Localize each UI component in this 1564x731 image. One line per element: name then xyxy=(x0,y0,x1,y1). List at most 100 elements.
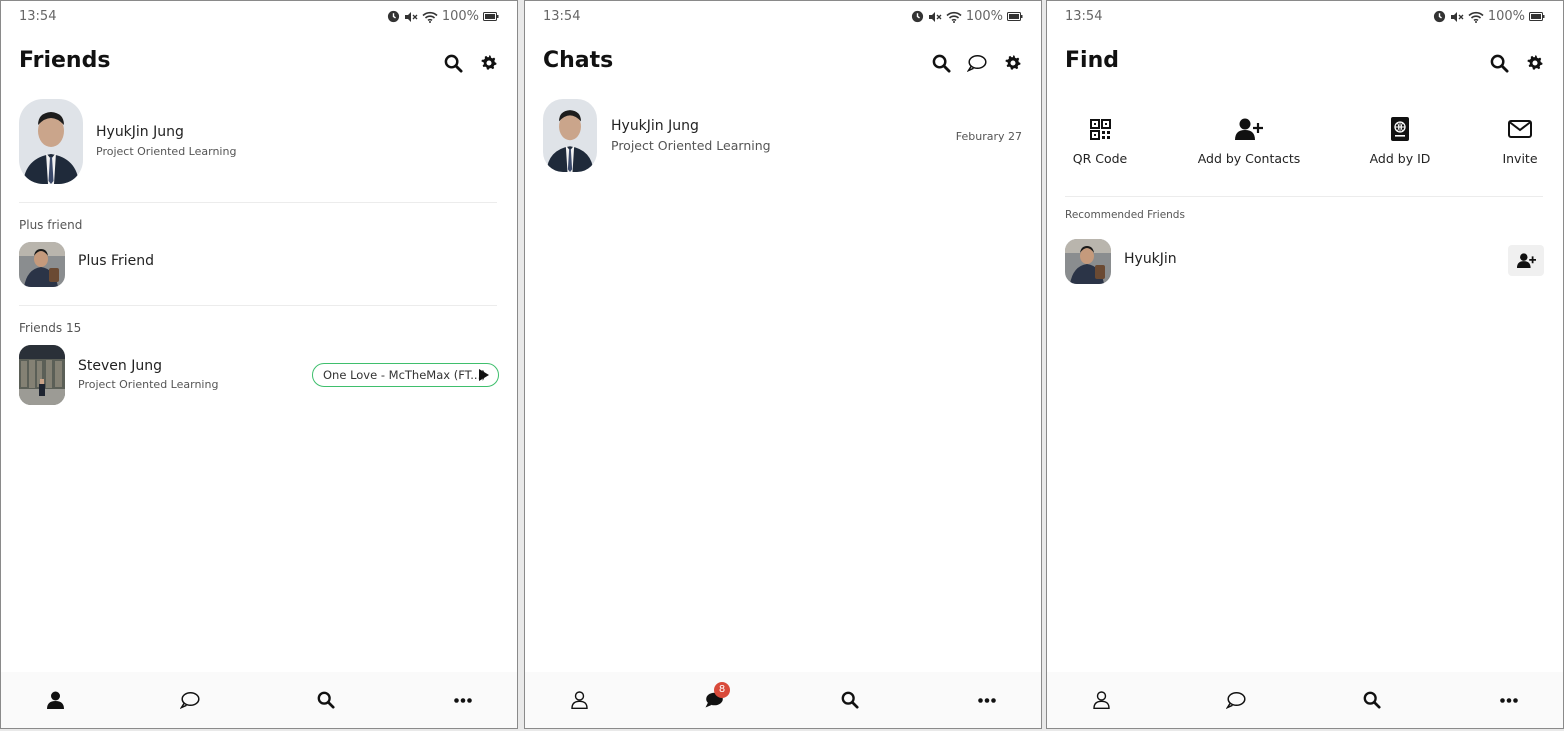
bottom-tab-bar xyxy=(1,672,517,728)
more-dots-icon xyxy=(1500,697,1518,703)
status-bar: 13:54 100% xyxy=(543,9,1023,27)
tab-search[interactable] xyxy=(314,688,338,712)
add-by-id-option[interactable]: Add by ID xyxy=(1340,115,1460,166)
friend-photo xyxy=(19,345,65,405)
friends-count-label: Friends 15 xyxy=(19,321,82,335)
tab-search[interactable] xyxy=(1360,688,1384,712)
plus-friend-avatar xyxy=(19,242,65,287)
add-user-icon xyxy=(1235,118,1263,140)
status-bar: 13:54 100% xyxy=(1065,9,1545,27)
chat-bubble-icon xyxy=(180,691,200,709)
tab-more[interactable] xyxy=(975,688,999,712)
search-icon xyxy=(841,691,859,709)
tab-friends[interactable] xyxy=(1089,688,1113,712)
wifi-icon xyxy=(422,11,438,23)
page-title: Chats xyxy=(543,48,614,73)
mute-icon xyxy=(928,11,942,22)
find-screen: 13:54 100% Find QR Code Add by Contacts … xyxy=(1046,0,1564,729)
add-by-contacts-label: Add by Contacts xyxy=(1197,151,1301,166)
status-time: 13:54 xyxy=(1065,9,1103,24)
alarm-icon xyxy=(387,10,399,23)
qr-code-option[interactable]: QR Code xyxy=(1047,115,1160,166)
plus-friend-name: Plus Friend xyxy=(78,253,155,269)
search-icon xyxy=(1363,691,1381,709)
tab-chats[interactable] xyxy=(178,688,202,712)
search-icon xyxy=(1490,54,1509,73)
person-outline-icon xyxy=(570,691,588,709)
music-title: One Love - McTheMax (FT...) xyxy=(323,368,486,382)
recommended-friend-name: HyukJin xyxy=(1124,251,1177,267)
battery-icon xyxy=(1007,12,1023,21)
chats-header: Chats xyxy=(543,45,1023,81)
play-icon xyxy=(479,369,489,381)
friends-screen: 13:54 100% Friends HyukJin Jung Project … xyxy=(0,0,518,729)
divider xyxy=(19,202,497,203)
qr-code-icon xyxy=(1089,118,1111,140)
envelope-icon xyxy=(1508,120,1532,138)
alarm-icon xyxy=(911,10,923,23)
tab-more[interactable] xyxy=(1497,688,1521,712)
tab-chats[interactable] xyxy=(1224,688,1248,712)
wifi-icon xyxy=(1468,11,1484,23)
person-outline-icon xyxy=(1092,691,1110,709)
chat-avatar xyxy=(543,99,597,172)
tab-chats[interactable]: 8 xyxy=(702,682,730,712)
search-icon xyxy=(932,54,951,73)
find-header: Find xyxy=(1065,45,1545,81)
person-filled-icon xyxy=(46,691,64,709)
recommended-friend-avatar xyxy=(1065,239,1111,284)
plus-friend-photo xyxy=(19,242,65,287)
gear-icon xyxy=(481,55,497,70)
tab-friends[interactable] xyxy=(567,688,591,712)
search-button[interactable] xyxy=(443,53,463,73)
chats-screen: 13:54 100% Chats HyukJin Jung Project Or… xyxy=(524,0,1042,729)
profile-music-button[interactable]: One Love - McTheMax (FT...) xyxy=(312,363,499,387)
mute-icon xyxy=(404,11,418,22)
plus-friend-section-label: Plus friend xyxy=(19,218,83,232)
battery-icon xyxy=(1529,12,1545,21)
id-book-icon xyxy=(1391,117,1409,141)
add-friend-button[interactable] xyxy=(1508,245,1544,276)
more-dots-icon xyxy=(978,697,996,703)
status-time: 13:54 xyxy=(19,9,57,24)
chat-avatar-photo xyxy=(543,99,597,172)
battery-percent: 100% xyxy=(965,9,1003,24)
add-user-icon xyxy=(1516,253,1536,268)
bottom-tab-bar xyxy=(1047,672,1563,728)
invite-label: Invite xyxy=(1502,151,1538,166)
profile-avatar xyxy=(19,99,83,184)
new-chat-button[interactable] xyxy=(967,53,987,73)
mute-icon xyxy=(1450,11,1464,22)
settings-button[interactable] xyxy=(1525,53,1545,73)
search-button[interactable] xyxy=(1489,53,1509,73)
profile-photo xyxy=(19,99,83,184)
tab-friends[interactable] xyxy=(43,688,67,712)
search-button[interactable] xyxy=(931,53,951,73)
gear-icon xyxy=(1527,55,1543,70)
chat-preview: Project Oriented Learning xyxy=(611,138,771,153)
add-by-contacts-option[interactable]: Add by Contacts xyxy=(1189,115,1309,166)
search-icon xyxy=(317,691,335,709)
profile-status-message: Project Oriented Learning xyxy=(96,145,237,158)
invite-option[interactable]: Invite xyxy=(1460,115,1563,166)
chat-bubble-icon xyxy=(967,54,987,72)
search-icon xyxy=(444,54,463,73)
settings-button[interactable] xyxy=(479,53,499,73)
status-time: 13:54 xyxy=(543,9,581,24)
divider xyxy=(1065,196,1543,197)
friend-name: Steven Jung xyxy=(78,358,162,374)
profile-name: HyukJin Jung xyxy=(96,124,184,140)
gear-icon xyxy=(1005,55,1021,70)
friend-status-message: Project Oriented Learning xyxy=(78,378,219,391)
chat-name: HyukJin Jung xyxy=(611,118,699,134)
battery-percent: 100% xyxy=(1487,9,1525,24)
chat-date: Feburary 27 xyxy=(955,130,1022,143)
settings-button[interactable] xyxy=(1003,53,1023,73)
battery-icon xyxy=(483,12,499,21)
bottom-tab-bar: 8 xyxy=(525,672,1041,728)
tab-search[interactable] xyxy=(838,688,862,712)
tab-more[interactable] xyxy=(451,688,475,712)
add-by-id-label: Add by ID xyxy=(1369,151,1431,166)
wifi-icon xyxy=(946,11,962,23)
divider xyxy=(19,305,497,306)
